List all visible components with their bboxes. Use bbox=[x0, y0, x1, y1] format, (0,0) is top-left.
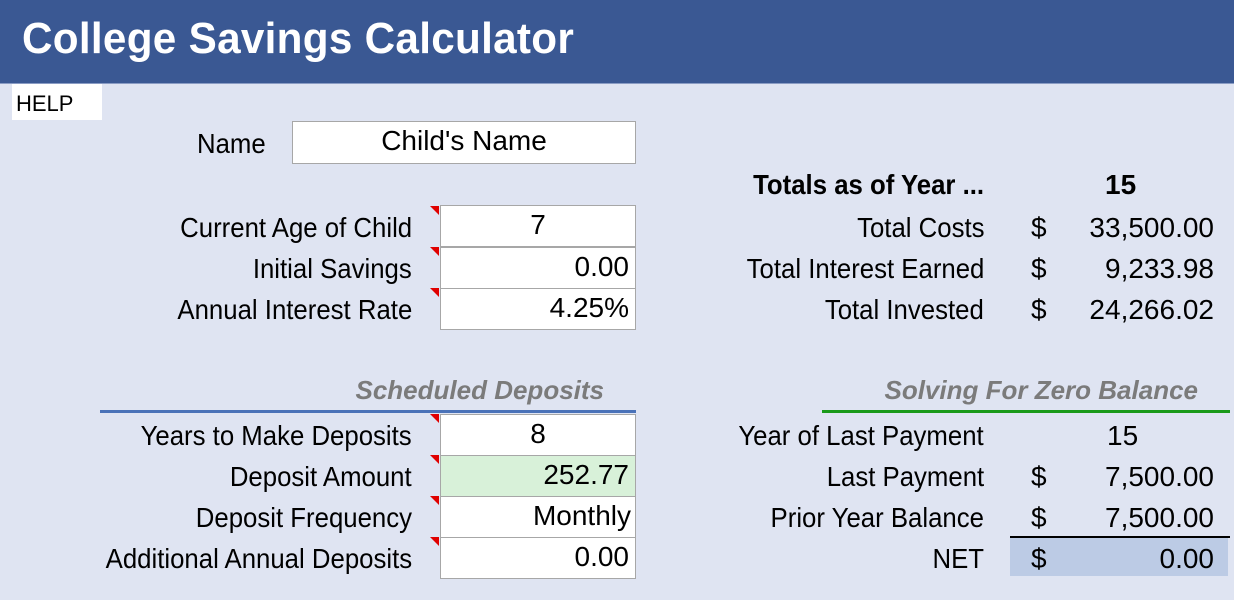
currency-symbol: $ bbox=[1031, 253, 1047, 284]
total-interest-value: 9,233.98 bbox=[1105, 253, 1214, 284]
years-deposits-label: Years to Make Deposits bbox=[140, 420, 412, 451]
currency-symbol: $ bbox=[1031, 502, 1047, 533]
initial-savings-label: Initial Savings bbox=[253, 253, 412, 284]
help-button[interactable]: HELP bbox=[12, 84, 102, 120]
current-age-input[interactable]: 7 bbox=[440, 205, 636, 247]
net-label: NET bbox=[932, 543, 984, 574]
year-last-payment-value: 15 bbox=[1107, 420, 1139, 451]
total-costs-label: Total Costs bbox=[856, 212, 984, 243]
total-interest-label: Total Interest Earned bbox=[746, 253, 984, 284]
currency-symbol: $ bbox=[1031, 543, 1047, 574]
comment-marker-icon[interactable] bbox=[430, 414, 439, 423]
deposit-frequency-select[interactable]: Monthly bbox=[440, 496, 636, 538]
total-invested-value: 24,266.02 bbox=[1089, 294, 1214, 325]
current-age-label: Current Age of Child bbox=[180, 212, 412, 243]
last-payment-label: Last Payment bbox=[826, 461, 984, 492]
zero-balance-divider bbox=[822, 410, 1230, 413]
name-label: Name bbox=[197, 128, 266, 159]
name-input[interactable]: Child's Name bbox=[292, 121, 636, 164]
prior-year-balance-label: Prior Year Balance bbox=[770, 502, 984, 533]
year-last-payment-label: Year of Last Payment bbox=[738, 420, 984, 451]
additional-deposits-input[interactable]: 0.00 bbox=[440, 537, 636, 579]
totals-heading: Totals as of Year ... bbox=[753, 169, 984, 200]
deposit-amount-label: Deposit Amount bbox=[230, 461, 412, 492]
initial-savings-input[interactable]: 0.00 bbox=[440, 247, 636, 289]
comment-marker-icon[interactable] bbox=[430, 206, 439, 215]
interest-rate-input[interactable]: 4.25% bbox=[440, 288, 636, 330]
title-bar: College Savings Calculator bbox=[0, 0, 1234, 84]
currency-symbol: $ bbox=[1031, 461, 1047, 492]
total-costs-value: 33,500.00 bbox=[1089, 212, 1214, 243]
prior-year-balance-value: 7,500.00 bbox=[1105, 502, 1214, 533]
currency-symbol: $ bbox=[1031, 294, 1047, 325]
totals-year: 15 bbox=[1105, 169, 1137, 200]
comment-marker-icon[interactable] bbox=[430, 247, 439, 256]
deposit-amount-input[interactable]: 252.77 bbox=[440, 455, 636, 497]
currency-symbol: $ bbox=[1031, 212, 1047, 243]
total-invested-label: Total Invested bbox=[825, 294, 984, 325]
sum-underline bbox=[1010, 536, 1230, 538]
interest-rate-label: Annual Interest Rate bbox=[177, 294, 412, 325]
deposit-frequency-label: Deposit Frequency bbox=[195, 502, 412, 533]
years-deposits-input[interactable]: 8 bbox=[440, 414, 636, 456]
scheduled-deposits-heading: Scheduled Deposits bbox=[355, 375, 605, 405]
page-title: College Savings Calculator bbox=[22, 14, 575, 63]
comment-marker-icon[interactable] bbox=[430, 537, 439, 546]
comment-marker-icon[interactable] bbox=[430, 455, 439, 464]
comment-marker-icon[interactable] bbox=[430, 288, 439, 297]
zero-balance-heading: Solving For Zero Balance bbox=[884, 375, 1198, 405]
scheduled-deposits-divider bbox=[100, 410, 636, 413]
last-payment-value: 7,500.00 bbox=[1105, 461, 1214, 492]
comment-marker-icon[interactable] bbox=[430, 496, 439, 505]
additional-deposits-label: Additional Annual Deposits bbox=[105, 543, 412, 574]
net-value: 0.00 bbox=[1159, 543, 1215, 574]
